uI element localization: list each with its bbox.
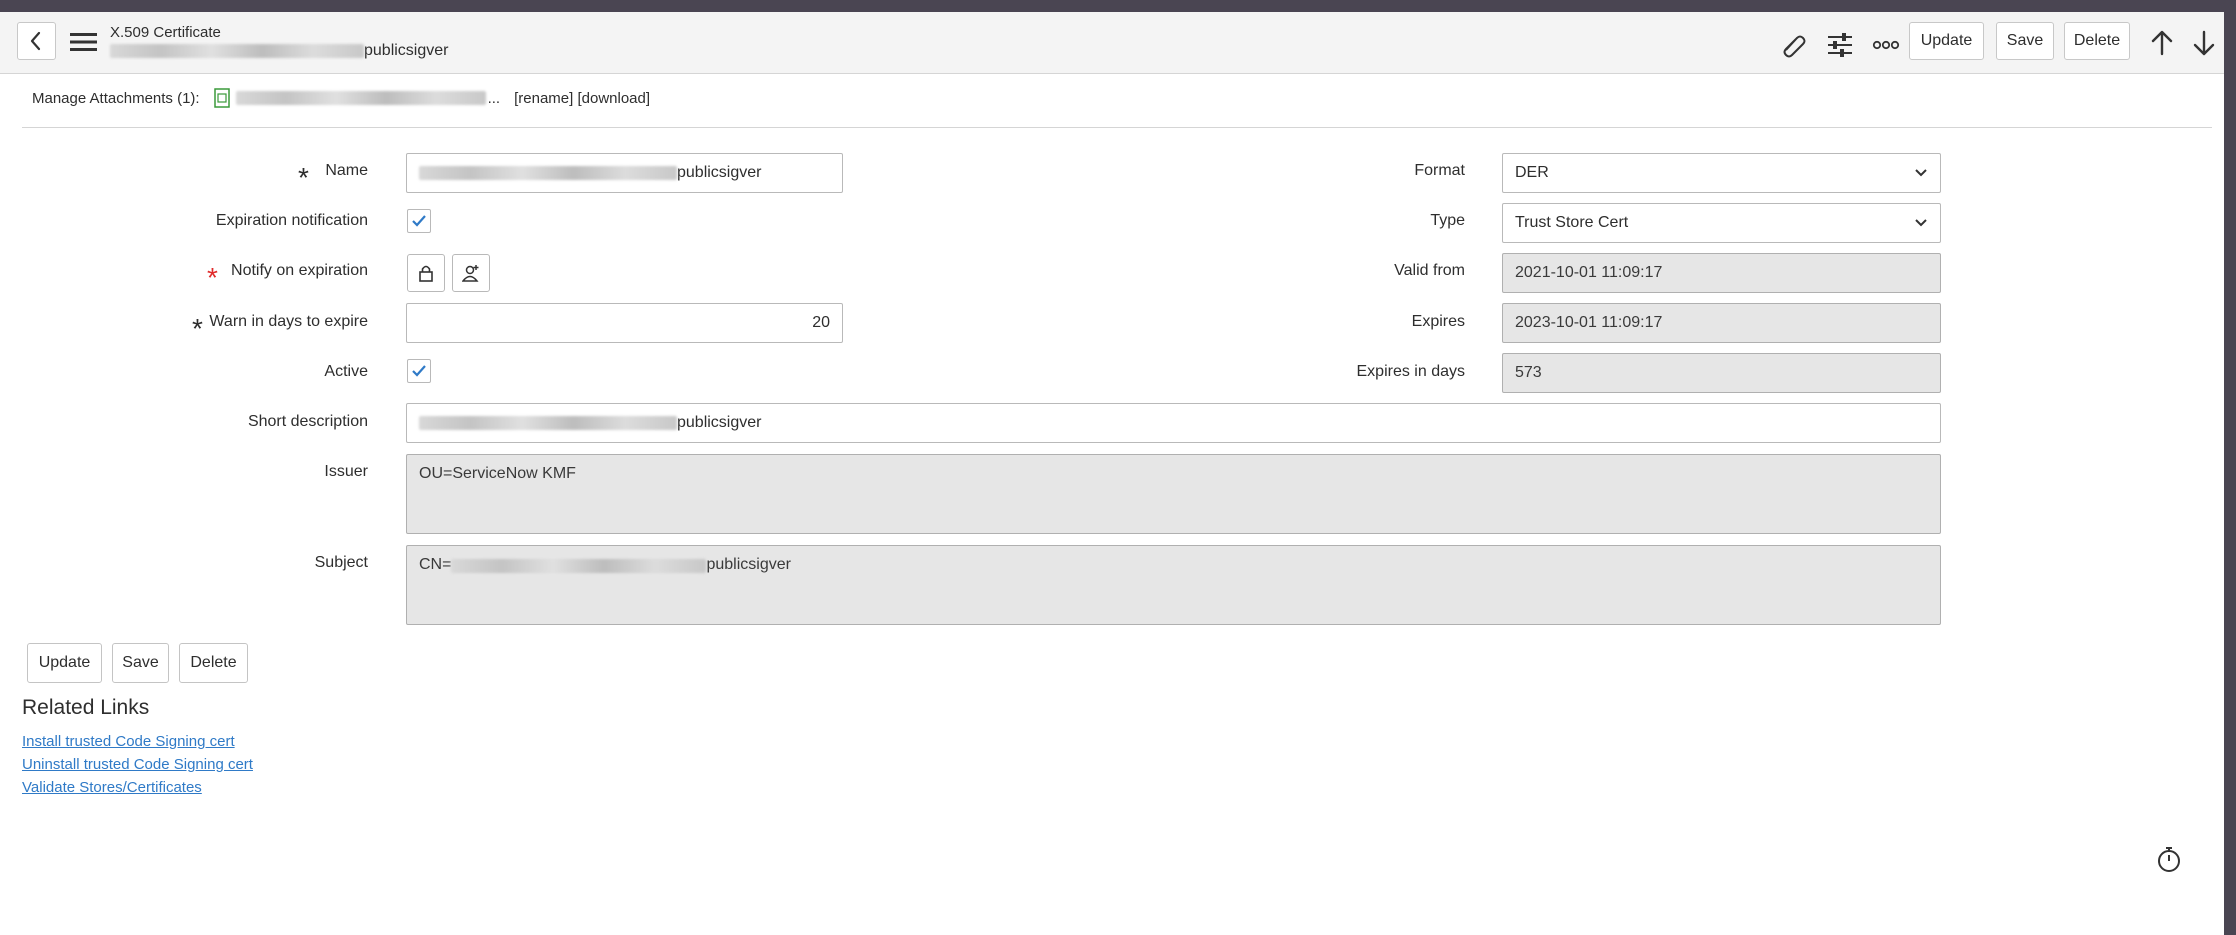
related-links-heading: Related Links xyxy=(22,696,150,719)
subject-label: Subject xyxy=(314,554,368,571)
attachments-bar: Manage Attachments (1): ... [rename] [do… xyxy=(32,88,650,108)
expires-in-days-field: 573 xyxy=(1502,353,1941,393)
filename-ellipsis: ... xyxy=(487,89,501,107)
redacted-text xyxy=(419,166,677,180)
chevron-left-icon xyxy=(30,31,41,51)
divider xyxy=(22,127,2212,128)
name-label: Name xyxy=(325,162,368,179)
validate-stores-link[interactable]: Validate Stores/Certificates xyxy=(22,779,202,796)
subject-value: publicsigver xyxy=(706,556,791,573)
manage-attachments-link[interactable]: Manage Attachments (1): xyxy=(32,90,200,107)
active-checkbox[interactable] xyxy=(407,359,431,383)
valid-from-field: 2021-10-01 11:09:17 xyxy=(1502,253,1941,293)
subject-field[interactable]: CN= publicsigver xyxy=(406,545,1941,625)
warn-days-input[interactable]: 20 xyxy=(406,303,843,343)
form-header: X.509 Certificate publicsigver Update Sa… xyxy=(0,12,2224,74)
required-marker: * xyxy=(207,262,218,293)
bottom-delete-button[interactable]: Delete xyxy=(179,643,248,683)
settings-sliders-icon[interactable] xyxy=(1826,32,1854,63)
name-value: publicsigver xyxy=(677,164,762,181)
format-label: Format xyxy=(1414,162,1465,179)
uninstall-code-signing-link[interactable]: Uninstall trusted Code Signing cert xyxy=(22,756,253,773)
redacted-text xyxy=(419,416,677,430)
expires-in-days-label: Expires in days xyxy=(1356,363,1466,380)
warn-days-label: Warn in days to expire xyxy=(209,313,368,330)
stopwatch-icon[interactable] xyxy=(2156,845,2182,878)
save-button[interactable]: Save xyxy=(1996,22,2054,60)
short-description-value: publicsigver xyxy=(677,414,762,431)
short-description-label: Short description xyxy=(247,413,368,430)
unlock-button[interactable] xyxy=(407,254,445,292)
expiration-notification-checkbox[interactable] xyxy=(407,209,431,233)
checkmark-icon xyxy=(412,365,426,377)
update-button[interactable]: Update xyxy=(1909,22,1984,60)
bottom-save-button[interactable]: Save xyxy=(112,643,169,683)
arrow-down-icon[interactable] xyxy=(2192,30,2216,61)
chevron-down-icon xyxy=(1915,219,1927,227)
more-options-icon[interactable] xyxy=(1872,38,1900,57)
expires-field: 2023-10-01 11:09:17 xyxy=(1502,303,1941,343)
expiration-notification-label: Expiration notification xyxy=(215,212,368,229)
type-select[interactable]: Trust Store Cert xyxy=(1502,203,1941,243)
issuer-field[interactable]: OU=ServiceNow KMF xyxy=(406,454,1941,534)
attachment-actions[interactable]: [rename] [download] xyxy=(514,90,650,107)
format-value: DER xyxy=(1515,164,1549,181)
window-edge xyxy=(2224,0,2236,935)
chevron-down-icon xyxy=(1915,169,1927,177)
record-name: publicsigver xyxy=(110,42,448,60)
subject-prefix: CN= xyxy=(419,556,452,573)
issuer-label: Issuer xyxy=(324,463,368,480)
type-label: Type xyxy=(1430,212,1465,229)
valid-from-label: Valid from xyxy=(1394,262,1465,279)
required-marker: * xyxy=(298,162,309,193)
bottom-update-button[interactable]: Update xyxy=(27,643,102,683)
required-marker: * xyxy=(192,313,203,344)
page-title: X.509 Certificate xyxy=(110,24,221,41)
name-field[interactable]: publicsigver xyxy=(406,153,843,193)
install-code-signing-link[interactable]: Install trusted Code Signing cert xyxy=(22,733,235,750)
back-button[interactable] xyxy=(17,22,56,60)
short-description-field[interactable]: publicsigver xyxy=(406,403,1941,443)
record-name-suffix: publicsigver xyxy=(364,42,449,59)
type-value: Trust Store Cert xyxy=(1515,214,1629,231)
format-select[interactable]: DER xyxy=(1502,153,1941,193)
delete-button[interactable]: Delete xyxy=(2064,22,2130,60)
active-label: Active xyxy=(324,363,368,380)
arrow-up-icon[interactable] xyxy=(2150,30,2174,61)
hamburger-menu-icon[interactable] xyxy=(70,31,98,53)
redacted-text xyxy=(451,559,707,573)
file-icon xyxy=(213,88,230,108)
paperclip-icon[interactable] xyxy=(1780,32,1808,63)
redacted-text xyxy=(110,44,364,58)
add-me-button[interactable] xyxy=(452,254,490,292)
lock-icon xyxy=(419,265,433,282)
expires-label: Expires xyxy=(1411,313,1465,330)
browser-top-bar xyxy=(0,0,2236,12)
checkmark-icon xyxy=(412,215,426,227)
notify-on-expiration-label: Notify on expiration xyxy=(231,262,368,279)
attachment-filename[interactable] xyxy=(235,91,486,105)
add-user-icon xyxy=(462,265,479,282)
